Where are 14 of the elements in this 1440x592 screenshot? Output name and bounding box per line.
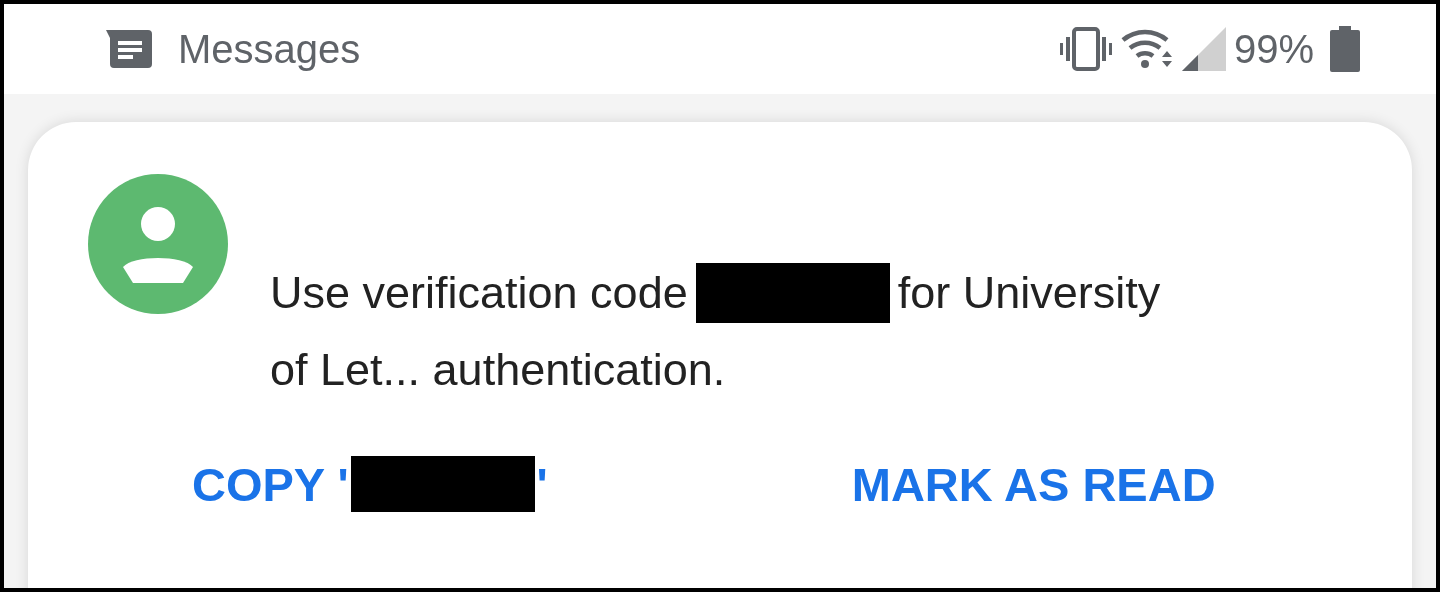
vibrate-icon — [1059, 27, 1112, 71]
battery-level: 99% — [1233, 26, 1314, 72]
message-text: of Let... authentication. — [270, 343, 726, 397]
copy-button[interactable]: COPY ' ' — [188, 452, 552, 516]
message-text: for University — [897, 266, 1161, 320]
mark-as-read-button[interactable]: MARK AS READ — [847, 452, 1220, 516]
battery-icon — [1330, 26, 1360, 72]
app-name: Messages — [178, 26, 361, 72]
message-icon — [106, 30, 152, 68]
notification-card[interactable]: Use verification code for University of Let... authentication. COPY ' ' MARK AS READ — [28, 122, 1412, 588]
wifi-icon — [1119, 28, 1174, 70]
avatar-icon — [88, 174, 228, 314]
message-text: Use verification code — [270, 266, 688, 320]
signal-icon — [1181, 27, 1226, 71]
